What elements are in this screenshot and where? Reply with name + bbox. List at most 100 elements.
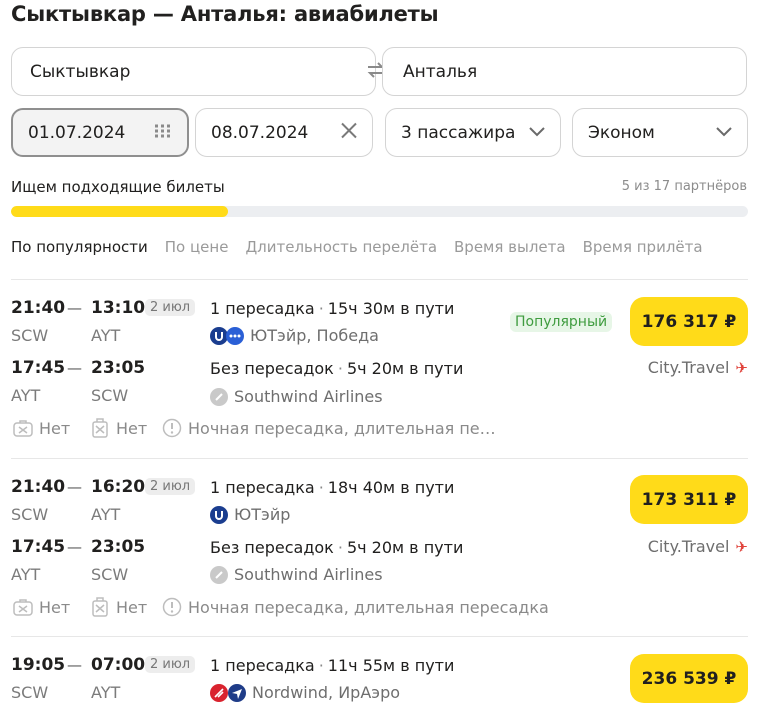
divider [11, 636, 748, 637]
dash: — [67, 656, 82, 674]
baggage-info: Нет [13, 597, 70, 617]
route-info: Без пересадок · 5ч 20м в пути [210, 359, 464, 378]
passengers-select[interactable]: 3 пассажира [385, 108, 561, 157]
departure-time: 17:45 [11, 358, 66, 378]
agency-name: City.Travel [647, 537, 730, 556]
dash: — [67, 299, 82, 317]
route-info: 1 пересадка · 18ч 40м в пути [210, 478, 455, 497]
transfer-notes-text: Ночная пересадка, длительная пересадка [188, 597, 549, 617]
airline-name: Southwind Airlines [234, 565, 383, 584]
airline-name: ЮТэйр [234, 505, 291, 524]
baggage-info: Нет [13, 418, 70, 438]
departure-airport-code: AYT [11, 386, 41, 405]
sort-arrival-time[interactable]: Время прилёта [583, 238, 703, 256]
no-hand-luggage-icon [90, 418, 110, 438]
page-title: Сыктывкар — Анталья: авиабилеты [11, 2, 439, 26]
departure-airport-code: SCW [11, 326, 49, 345]
transfer-notes-text: Ночная пересадка, длительная пе… [188, 418, 496, 438]
departure-time: 21:40 [11, 298, 66, 318]
departure-time: 21:40 [11, 477, 66, 497]
date-from-field[interactable]: 01.07.2024 [11, 108, 189, 157]
date-to-value: 08.07.2024 [211, 122, 309, 143]
stops-count: Без пересадок [210, 538, 334, 557]
to-value: Анталья [403, 61, 478, 82]
warning-icon [162, 597, 182, 617]
route-info: 1 пересадка · 11ч 55м в пути [210, 656, 455, 675]
sort-popularity[interactable]: По популярности [11, 238, 148, 256]
search-progress-fill [11, 206, 228, 217]
calendar-icon [153, 122, 173, 143]
divider [11, 279, 748, 280]
stops-count: Без пересадок [210, 359, 334, 378]
hand-luggage-value: Нет [116, 418, 148, 438]
pobeda-logo-icon [226, 326, 244, 345]
departure-airport-code: SCW [11, 683, 49, 702]
search-progress-label: Ищем подходящие билеты [11, 178, 225, 196]
class-value: Эконом [588, 122, 655, 143]
airline: ЮТэйр, Победа [210, 326, 379, 345]
arrival-time: 07:00 [91, 655, 146, 675]
price-button[interactable]: 173 311 ₽ [630, 475, 748, 524]
agency[interactable]: City.Travel ✈ [648, 358, 748, 377]
sort-departure-time[interactable]: Время вылета [454, 238, 566, 256]
dash: — [67, 538, 82, 556]
popular-badge: Популярный [510, 312, 613, 332]
airline: Southwind Airlines [210, 387, 383, 406]
arrival-airport-code: SCW [91, 565, 129, 584]
baggage-value: Нет [39, 418, 71, 438]
dash: — [67, 478, 82, 496]
departure-airport-code: AYT [11, 565, 41, 584]
clear-date-icon[interactable] [340, 121, 358, 144]
date-to-field[interactable]: 08.07.2024 [195, 108, 373, 157]
agency-logo-icon: ✈ [735, 537, 748, 556]
sort-price[interactable]: По цене [165, 238, 229, 256]
arrival-airport-code: AYT [91, 326, 121, 345]
airline-name: Southwind Airlines [234, 387, 383, 406]
arrival-airport-code: AYT [91, 505, 121, 524]
southwind-logo-icon [210, 565, 228, 584]
airline: ЮТэйр [210, 505, 290, 524]
airline-name: Nordwind, ИрАэро [252, 683, 401, 702]
arrival-date-badge: 2 июл [145, 478, 196, 495]
from-value: Сыктывкар [30, 61, 131, 82]
route-info: 1 пересадка · 15ч 30м в пути [210, 299, 455, 318]
no-baggage-icon [13, 597, 33, 617]
class-select[interactable]: Эконом [572, 108, 748, 157]
stops-count: 1 пересадка [210, 478, 315, 497]
arrival-date-badge: 2 июл [145, 656, 196, 673]
agency-logo-icon: ✈ [735, 358, 748, 377]
to-field[interactable]: Анталья [382, 47, 747, 96]
agency-name: City.Travel [647, 358, 730, 377]
arrival-time: 16:20 [91, 477, 146, 497]
flight-duration: 18ч 40м в пути [327, 478, 455, 497]
price-button[interactable]: 236 539 ₽ [630, 654, 748, 703]
hand-luggage-info: Нет [90, 418, 147, 438]
arrival-time: 23:05 [91, 358, 146, 378]
departure-time: 17:45 [11, 537, 66, 557]
airline-name: ЮТэйр, Победа [250, 326, 379, 345]
departure-time: 19:05 [11, 655, 66, 675]
departure-airport-code: SCW [11, 505, 49, 524]
chevron-down-icon [528, 123, 546, 143]
agency[interactable]: City.Travel ✈ [648, 537, 748, 556]
price-button[interactable]: 176 317 ₽ [630, 297, 748, 346]
hand-luggage-value: Нет [116, 597, 148, 617]
hand-luggage-info: Нет [90, 597, 147, 617]
from-field[interactable]: Сыктывкар [11, 47, 376, 96]
arrival-airport-code: SCW [91, 386, 129, 405]
divider [11, 458, 748, 459]
no-baggage-icon [13, 418, 33, 438]
sort-tabs: По популярности По цене Длительность пер… [11, 238, 720, 256]
utair-logo-icon [210, 505, 228, 524]
arrival-time: 23:05 [91, 537, 146, 557]
baggage-value: Нет [39, 597, 71, 617]
arrival-time: 13:10 [91, 298, 146, 318]
dash: — [67, 359, 82, 377]
flight-duration: 5ч 20м в пути [346, 538, 464, 557]
arrival-airport-code: AYT [91, 683, 121, 702]
sort-duration[interactable]: Длительность перелёта [245, 238, 437, 256]
flight-duration: 11ч 55м в пути [327, 656, 455, 675]
flight-duration: 15ч 30м в пути [327, 299, 455, 318]
passengers-value: 3 пассажира [401, 122, 516, 143]
search-progress-bar [11, 206, 748, 217]
